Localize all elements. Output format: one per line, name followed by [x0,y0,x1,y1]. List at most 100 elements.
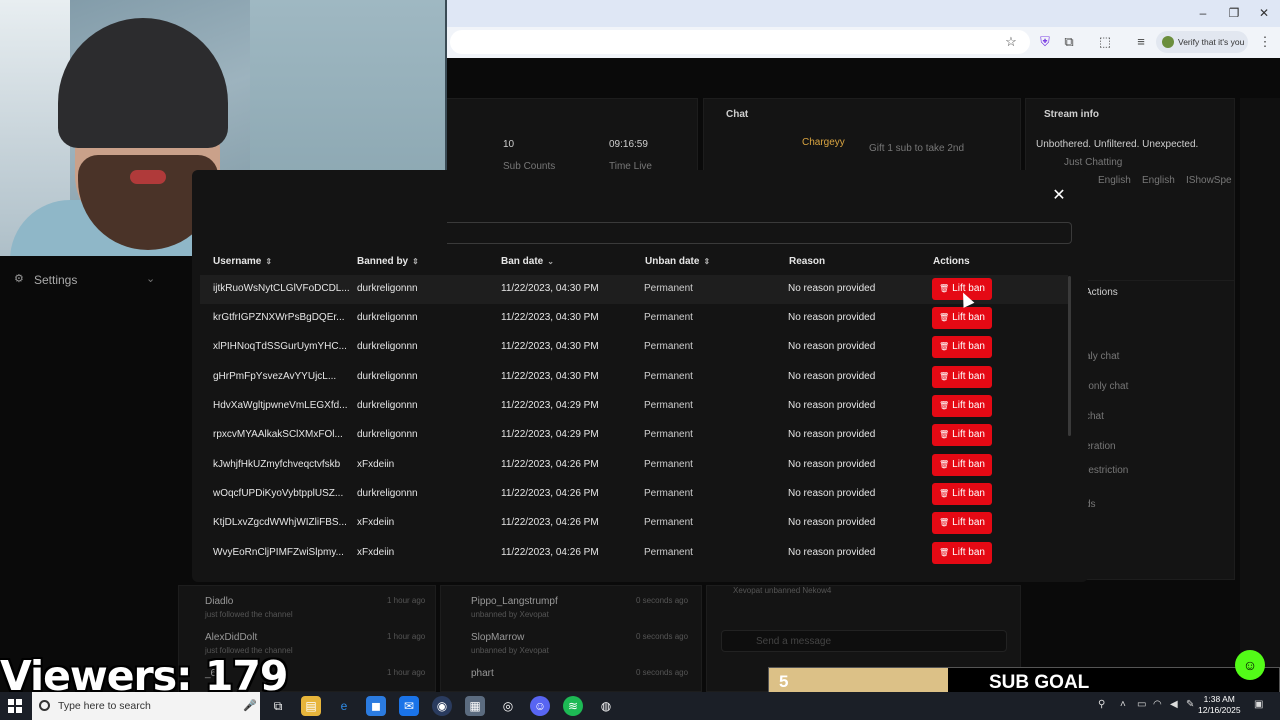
feed-left-sub-1: just followed the channel [205,610,293,619]
column-header-unban-date[interactable]: Unban date ⇕ [645,256,710,270]
feed-mid-time-3: 0 seconds ago [636,668,689,677]
taskbar-clock[interactable]: 1:38 AM 12/16/2025 [1198,694,1241,716]
volume-icon[interactable]: ◀ [1170,699,1178,710]
discord-icon[interactable]: ☺ [530,696,550,716]
chat-message-placeholder: Send a message [756,636,832,647]
action-item-5[interactable]: restriction [1085,465,1128,476]
row-reason: No reason provided [788,547,876,558]
taskbar-search[interactable]: Type here to search 🎤 [32,692,260,720]
table-row: HdvXaWgltjpwneVmLEGXfd... durkreligonnn … [200,392,1068,421]
lift-ban-button[interactable]: 🗑 Lift ban [932,454,992,476]
row-reason: No reason provided [788,429,876,440]
task-view-icon[interactable]: ⧉ [268,696,288,716]
extension-shield-icon[interactable]: ⛨ [1036,33,1054,51]
row-username: gHrPmFpYsvezAvYYUjcL... [213,371,337,382]
row-unban-date: Permanent [644,341,693,352]
row-unban-date: Permanent [644,312,693,323]
row-banned-by: durkreligonnn [357,312,418,323]
lift-ban-button[interactable]: 🗑 Lift ban [932,366,992,388]
media-icon[interactable]: ≡ [1132,33,1150,51]
wifi-icon[interactable]: ◠ [1153,699,1162,710]
action-item-2[interactable]: -only chat [1085,381,1128,392]
actions-panel: Actions aly chat -only chat chat eration… [1085,280,1235,580]
table-row: xlPIHNoqTdSSGurUymYHC... durkreligonnn 1… [200,333,1068,362]
table-row: gHrPmFpYsvezAvYYUjcL... durkreligonnn 11… [200,363,1068,392]
settings-gear-icon[interactable]: ⚙ [14,272,24,285]
lift-ban-button[interactable]: 🗑 Lift ban [932,542,992,564]
row-banned-by: durkreligonnn [357,371,418,382]
sort-icon: ⇕ [265,257,273,266]
stream-title: Unbothered. Unfiltered. Unexpected. [1036,139,1199,150]
extensions-puzzle-icon[interactable]: ⧉ [1060,33,1078,51]
store-icon[interactable]: ◼ [366,696,386,716]
row-username: xlPIHNoqTdSSGurUymYHC... [213,341,347,352]
lift-ban-label: Lift ban [952,341,985,352]
support-icon[interactable]: ☺ [1235,650,1265,680]
mail-icon[interactable]: ✉ [399,696,419,716]
app-icon-2[interactable]: ◍ [596,696,616,716]
edge-icon[interactable]: e [334,696,354,716]
settings-label[interactable]: Settings [34,273,77,287]
microphone-icon[interactable]: 🎤 [243,692,257,720]
lift-ban-label: Lift ban [952,429,985,440]
app-icon[interactable]: ▦ [465,696,485,716]
row-reason: No reason provided [788,312,876,323]
feed-left-name-1: Diadlo [205,596,234,607]
moderation-feed: Pippo_Langstrumpf unbanned by Xevopat 0 … [440,585,702,692]
lift-ban-button[interactable]: 🗑 Lift ban [932,336,992,358]
modal-search-input[interactable] [447,222,1072,244]
row-username: rpxcvMYAAlkakSClXMxFOl... [213,429,343,440]
column-header-banned-by[interactable]: Banned by ⇕ [357,256,419,270]
file-explorer-icon[interactable]: ▤ [301,696,321,716]
close-icon[interactable]: ✕ [1052,188,1066,204]
close-window-icon[interactable]: ✕ [1254,6,1274,20]
row-ban-date: 11/22/2023, 04:26 PM [501,459,599,470]
spotify-icon[interactable]: ≋ [563,696,583,716]
row-banned-by: durkreligonnn [357,341,418,352]
feed-mid-sub-1: unbanned by Xevopat [471,610,549,619]
pen-icon[interactable]: ✎ [1186,699,1194,710]
row-unban-date: Permanent [644,283,693,294]
address-bar[interactable] [450,30,1030,54]
network-icon[interactable]: ▭ [1137,699,1146,710]
column-header-banned-by-label: Banned by [357,256,409,267]
row-reason: No reason provided [788,400,876,411]
people-icon[interactable]: ⚲ [1098,699,1105,710]
obs-icon[interactable]: ◎ [498,696,518,716]
verify-identity-chip[interactable]: Verify that it's you [1156,31,1248,53]
restore-icon[interactable]: ❐ [1224,6,1244,20]
trash-icon: 🗑 [939,548,950,557]
table-row: wOqcfUPDiKyoVybtpplUSZ... durkreligonnn … [200,480,1068,509]
chrome-icon[interactable]: ◉ [432,696,452,716]
minimize-icon[interactable]: – [1193,6,1213,20]
modal-scrollbar[interactable] [1068,276,1071,436]
action-item-1[interactable]: aly chat [1085,351,1119,362]
row-ban-date: 11/22/2023, 04:30 PM [501,283,599,294]
bookmark-star-icon[interactable]: ☆ [1002,33,1020,51]
kebab-menu-icon[interactable]: ⋮ [1256,33,1274,51]
column-header-username-label: Username [213,256,262,267]
action-item-4[interactable]: eration [1085,441,1116,452]
lift-ban-label: Lift ban [952,371,985,382]
row-banned-by: xFxdeiin [357,547,395,558]
trash-icon: 🗑 [939,284,950,293]
lift-ban-label: Lift ban [952,400,985,411]
column-header-ban-date[interactable]: Ban date ⌄ [501,256,554,270]
sub-goal-label: SUB GOAL [989,672,1090,693]
chevron-down-icon[interactable]: ⌄ [146,272,155,285]
lift-ban-button[interactable]: 🗑 Lift ban [932,512,992,534]
stream-category: Just Chatting [1064,157,1123,168]
chat-message-input[interactable]: Send a message [721,630,1007,652]
chevron-up-icon[interactable]: ˄ [1120,699,1126,710]
lift-ban-button[interactable]: 🗑 Lift ban [932,424,992,446]
lift-ban-button[interactable]: 🗑 Lift ban [932,307,992,329]
windows-start-icon[interactable] [8,699,22,713]
lift-ban-button[interactable]: 🗑 Lift ban [932,483,992,505]
lift-ban-button[interactable]: 🗑 Lift ban [932,395,992,417]
screenshot-icon[interactable]: ⬚ [1096,33,1114,51]
column-header-username[interactable]: Username ⇕ [213,256,272,270]
row-reason: No reason provided [788,459,876,470]
notifications-icon[interactable]: ▣ [1254,699,1263,710]
row-unban-date: Permanent [644,488,693,499]
feed-mid-name-2: SlopMarrow [471,632,525,643]
